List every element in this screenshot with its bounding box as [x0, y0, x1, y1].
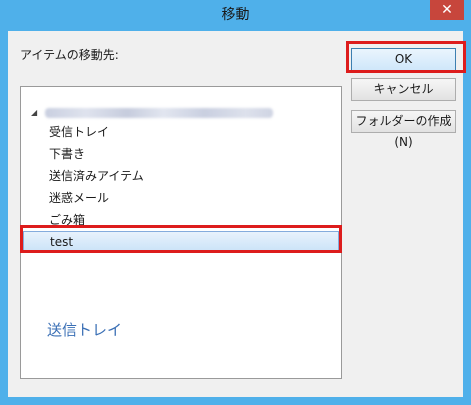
tree-item-test[interactable]: test — [23, 231, 339, 251]
new-folder-button[interactable]: フォルダーの作成(N) — [351, 110, 456, 149]
dragged-folder-label: 送信トレイ — [47, 321, 123, 339]
cancel-button[interactable]: キャンセル — [351, 78, 456, 101]
tree-item-junk[interactable]: 迷惑メール — [49, 188, 109, 208]
dialog-body: アイテムの移動先: ◢ 受信トレイ 下書き 送信済みアイテム 迷惑メール ごみ箱… — [8, 31, 463, 397]
redacted-account-name — [45, 108, 273, 118]
tree-item-inbox[interactable]: 受信トレイ — [49, 122, 109, 142]
ok-button[interactable]: OK — [351, 48, 456, 71]
tree-item-trash[interactable]: ごみ箱 — [49, 210, 85, 230]
folder-tree[interactable]: ◢ 受信トレイ 下書き 送信済みアイテム 迷惑メール ごみ箱 test 送信トレ… — [20, 86, 342, 379]
title-bar[interactable]: 移動 ✕ — [0, 0, 471, 31]
expand-arrow-icon[interactable]: ◢ — [31, 104, 37, 122]
close-button[interactable]: ✕ — [430, 0, 464, 20]
move-dialog-window: 移動 ✕ アイテムの移動先: ◢ 受信トレイ 下書き 送信済みアイテム 迷惑メー… — [0, 0, 471, 405]
close-icon: ✕ — [441, 2, 453, 18]
window-title: 移動 — [221, 7, 250, 23]
tree-item-sent[interactable]: 送信済みアイテム — [49, 166, 144, 186]
tree-item-drafts[interactable]: 下書き — [49, 144, 85, 164]
destination-label: アイテムの移動先: — [20, 48, 119, 62]
